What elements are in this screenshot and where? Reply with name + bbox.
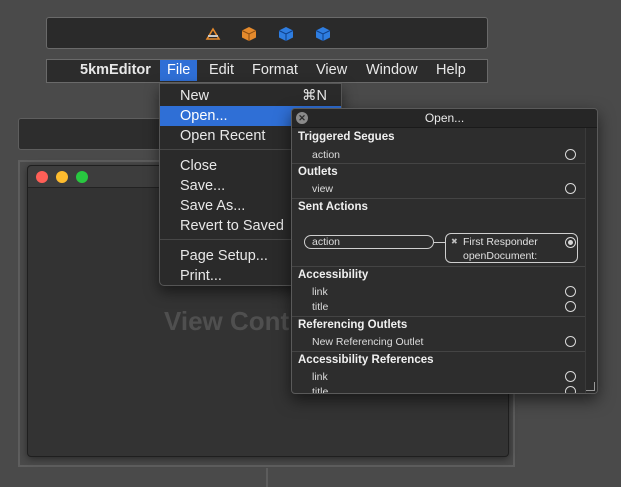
connection-circle[interactable] xyxy=(565,286,576,297)
connected-circle[interactable] xyxy=(565,237,576,248)
section-divider xyxy=(292,351,586,352)
panel-scrollbar[interactable] xyxy=(585,128,597,393)
connection-row-label: title xyxy=(312,386,329,394)
section-referencing-outlets: Referencing Outlets xyxy=(298,319,408,331)
resize-grip-icon[interactable] xyxy=(586,382,595,391)
section-outlets: Outlets xyxy=(298,166,338,178)
connection-row-label: view xyxy=(312,183,334,195)
menu-item-new-label: New xyxy=(180,88,210,104)
section-accessibility: Accessibility xyxy=(298,269,369,281)
section-sent-actions: Sent Actions xyxy=(298,201,368,213)
menu-window[interactable]: Window xyxy=(359,60,425,81)
section-divider xyxy=(292,266,586,267)
connections-panel-title: Open... xyxy=(424,111,465,125)
menu-item-new-shortcut: ⌘N xyxy=(302,88,327,104)
connection-row-label: link xyxy=(312,286,328,298)
connection-row-label: title xyxy=(312,301,329,313)
minimize-window-button[interactable] xyxy=(56,171,68,183)
connections-panel-titlebar: ✕ Open... xyxy=(292,109,597,128)
close-icon[interactable]: ✕ xyxy=(296,112,308,124)
connection-row-label: action xyxy=(312,149,341,161)
connection-row-label: link xyxy=(312,371,328,383)
menu-help[interactable]: Help xyxy=(429,60,473,81)
object-toolbar xyxy=(46,17,488,49)
box-icon[interactable] xyxy=(241,26,257,42)
menu-view[interactable]: View xyxy=(309,60,354,81)
connection-circle[interactable] xyxy=(565,386,576,393)
connection-circle[interactable] xyxy=(565,336,576,347)
menu-format[interactable]: Format xyxy=(245,60,305,81)
connection-circle[interactable] xyxy=(565,149,576,160)
tools-icon[interactable] xyxy=(205,26,221,42)
menu-item-new[interactable]: New ⌘N xyxy=(160,86,341,106)
menu-file[interactable]: File xyxy=(160,60,198,81)
connection-row-label: New Referencing Outlet xyxy=(312,336,424,348)
menu-edit[interactable]: Edit xyxy=(202,60,241,81)
section-divider xyxy=(292,316,586,317)
target-name: First Responder xyxy=(463,236,538,248)
cube-icon[interactable] xyxy=(315,26,331,42)
connections-list: Triggered Segues action Outlets view Sen… xyxy=(292,128,586,394)
zoom-window-button[interactable] xyxy=(76,171,88,183)
connection-target[interactable]: ✖ First Responder openDocument: xyxy=(445,233,578,263)
menu-app-name[interactable]: 5kmEditor xyxy=(73,60,158,81)
cube-icon[interactable] xyxy=(278,26,294,42)
connection-circle[interactable] xyxy=(565,183,576,194)
menu-item-open-label: Open... xyxy=(180,108,228,124)
menu-bar: 5kmEditor File Edit Format View Window H… xyxy=(46,59,488,83)
connection-circle[interactable] xyxy=(565,371,576,382)
connection-circle[interactable] xyxy=(565,301,576,312)
section-triggered-segues: Triggered Segues xyxy=(298,131,395,143)
close-window-button[interactable] xyxy=(36,171,48,183)
section-divider xyxy=(292,163,586,164)
connections-panel: ✕ Open... Triggered Segues action Outlet… xyxy=(291,108,598,394)
disconnect-icon[interactable]: ✖ xyxy=(451,237,458,246)
sent-action-pill[interactable]: action xyxy=(304,235,434,249)
section-divider xyxy=(292,198,586,199)
scene-connector-line xyxy=(266,468,268,487)
target-selector: openDocument: xyxy=(463,250,538,262)
section-accessibility-references: Accessibility References xyxy=(298,354,434,366)
